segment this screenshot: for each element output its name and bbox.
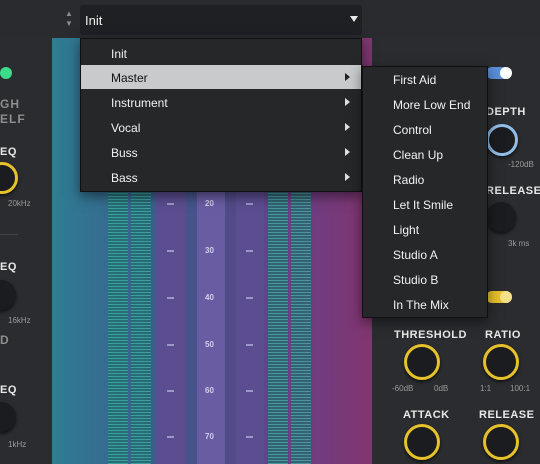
scale-tick: 50	[205, 340, 214, 349]
submenu-item-label: First Aid	[393, 73, 437, 87]
menu-item-vocal[interactable]: Vocal	[81, 115, 361, 139]
scale-tick: 70	[205, 432, 214, 441]
divider	[0, 234, 18, 235]
scale-dash	[167, 390, 174, 392]
scale-dash	[167, 436, 174, 438]
submenu-item-label: In The Mix	[393, 298, 449, 312]
level-meter	[108, 190, 128, 464]
attack-knob[interactable]	[404, 424, 440, 460]
preset-value: Init	[85, 13, 103, 28]
submenu-item-label: Control	[393, 123, 432, 137]
menu-item-instrument[interactable]: Instrument	[81, 90, 361, 114]
submenu-item-label: Radio	[393, 173, 425, 187]
menu-item-label: Master	[111, 71, 148, 85]
freq-max-2: 16kHz	[8, 316, 31, 325]
submenu-item[interactable]: First Aid	[363, 67, 487, 92]
preset-stepper[interactable]: ▲ ▼	[62, 9, 76, 31]
menu-item-label: Buss	[111, 146, 138, 160]
preset-menu: Init Master Instrument Vocal Buss Bass	[80, 38, 362, 192]
scale-dash	[246, 203, 253, 205]
menu-item-label: Bass	[111, 171, 138, 185]
depth-label: DEPTH	[486, 106, 526, 118]
caret-down-icon[interactable]	[350, 16, 358, 22]
submenu-item[interactable]: Studio A	[363, 242, 487, 267]
menu-item-master[interactable]: Master	[81, 65, 361, 89]
db-scale	[197, 190, 225, 464]
submenu-item-label: Let It Smile	[393, 198, 454, 212]
scale-tick: 30	[205, 246, 214, 255]
release-knob-top[interactable]	[486, 202, 516, 232]
high-shelf-label-1: GH	[0, 97, 20, 111]
ratio-knob[interactable]	[483, 344, 519, 380]
toggle-thumb	[500, 291, 512, 303]
threshold-max: 0dB	[434, 384, 449, 393]
chevron-right-icon	[345, 123, 350, 131]
submenu-item[interactable]: In The Mix	[363, 292, 487, 317]
scale-dash	[246, 297, 253, 299]
scale-dash	[167, 250, 174, 252]
menu-item-buss[interactable]: Buss	[81, 140, 361, 164]
attack-label: ATTACK	[403, 409, 450, 421]
high-shelf-label-2: ELF	[0, 112, 26, 126]
menu-item-label: Init	[111, 47, 128, 61]
depth-min: -120dB	[508, 160, 534, 169]
scale-dash	[167, 344, 174, 346]
menu-item-bass[interactable]: Bass	[81, 165, 361, 189]
submenu-item[interactable]: Clean Up	[363, 142, 487, 167]
submenu-item-label: Studio A	[393, 248, 438, 262]
level-meter	[268, 190, 288, 464]
fader-track[interactable]	[236, 190, 264, 464]
ratio-max: 100:1	[510, 384, 531, 393]
chevron-right-icon	[345, 98, 350, 106]
ratio-min: 1:1	[480, 384, 492, 393]
release-label-bottom: RELEASE	[479, 409, 535, 421]
submenu-item[interactable]: Let It Smile	[363, 192, 487, 217]
submenu-item-label: Studio B	[393, 273, 439, 287]
chevron-right-icon	[345, 73, 350, 81]
submenu-item-label: Light	[393, 223, 420, 237]
menu-item-init[interactable]: Init	[81, 41, 361, 65]
freq-max-3: 1kHz	[8, 440, 27, 449]
freq-label-1: EQ	[0, 146, 17, 158]
scale-dash	[246, 344, 253, 346]
fader-track[interactable]	[156, 190, 186, 464]
threshold-min: -60dB	[392, 384, 414, 393]
scale-dash	[246, 390, 253, 392]
chevron-right-icon	[345, 173, 350, 181]
scale-tick: 40	[205, 293, 214, 302]
threshold-label: THRESHOLD	[394, 329, 467, 341]
menu-item-label: Vocal	[111, 121, 141, 135]
submenu-item[interactable]: More Low End	[363, 92, 487, 117]
scale-dash	[167, 297, 174, 299]
scale-dash	[167, 203, 174, 205]
freq-max-1: 20kHz	[8, 199, 31, 208]
scale-tick: 60	[205, 386, 214, 395]
scale-dash	[246, 436, 253, 438]
freq-label-2: EQ	[0, 261, 17, 273]
chevron-right-icon	[345, 148, 350, 156]
scale-dash	[246, 250, 253, 252]
depth-knob[interactable]	[486, 124, 518, 156]
freq-label-3: EQ	[0, 384, 17, 396]
threshold-knob[interactable]	[404, 344, 440, 380]
submenu-item-label: More Low End	[393, 98, 471, 112]
ratio-label: RATIO	[485, 329, 521, 341]
submenu-item[interactable]: Radio	[363, 167, 487, 192]
level-meter	[291, 190, 311, 464]
section-label: D	[0, 333, 10, 347]
release-knob-bottom[interactable]	[483, 424, 519, 460]
submenu-item[interactable]: Control	[363, 117, 487, 142]
master-submenu: First Aid More Low End Control Clean Up …	[362, 66, 488, 318]
level-meter	[131, 190, 151, 464]
preset-dropdown[interactable]	[80, 5, 362, 35]
high-shelf-led[interactable]	[0, 67, 12, 79]
submenu-item[interactable]: Studio B	[363, 267, 487, 292]
submenu-item[interactable]: Light	[363, 217, 487, 242]
menu-item-label: Instrument	[111, 96, 168, 110]
release-max-top: 3k ms	[508, 239, 530, 248]
scale-tick: 20	[205, 199, 214, 208]
toggle-thumb	[500, 67, 512, 79]
submenu-item-label: Clean Up	[393, 148, 444, 162]
release-label-top: RELEASE	[486, 185, 540, 197]
